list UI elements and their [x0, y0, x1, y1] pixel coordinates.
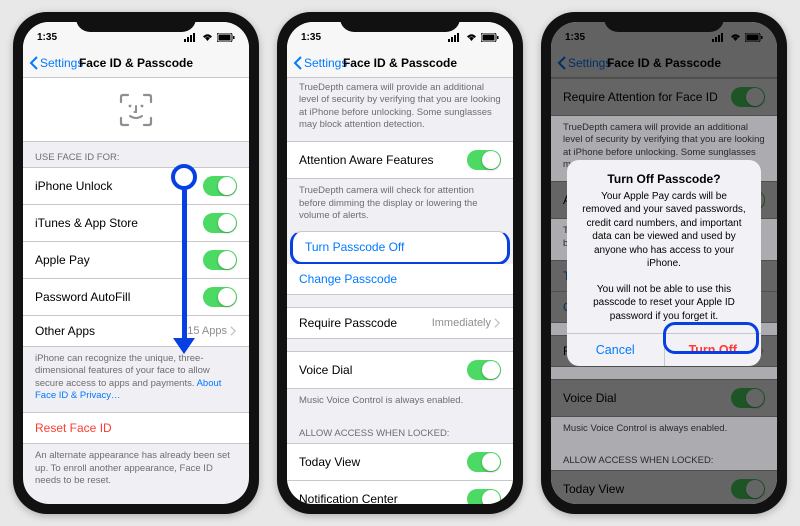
- battery-icon: [481, 33, 499, 42]
- chevron-right-icon: [229, 326, 237, 336]
- toggle-on[interactable]: [467, 452, 501, 472]
- signal-icon: [448, 33, 462, 42]
- phone-frame-3: 1:35 Settings Face ID & Passcode Require…: [541, 12, 787, 514]
- section-attention: ATTENTION: [23, 497, 249, 504]
- section-allow-access: ALLOW ACCESS WHEN LOCKED:: [287, 418, 513, 443]
- status-indicators: [448, 33, 499, 42]
- toggle-on[interactable]: [467, 489, 501, 504]
- toggle-on[interactable]: [203, 250, 237, 270]
- wifi-icon: [201, 33, 214, 42]
- wifi-icon: [465, 33, 478, 42]
- section-use-faceid: USE FACE ID FOR:: [23, 142, 249, 167]
- row-reset-faceid[interactable]: Reset Face ID: [23, 412, 249, 444]
- row-attention-aware[interactable]: Attention Aware Features: [287, 141, 513, 179]
- row-iphone-unlock[interactable]: iPhone Unlock: [23, 167, 249, 205]
- signal-icon: [184, 33, 198, 42]
- row-password-autofill[interactable]: Password AutoFill: [23, 279, 249, 316]
- alert-message-2: You will not be able to use this passcod…: [567, 281, 761, 334]
- notch: [76, 12, 196, 32]
- phone-frame-1: 1:35 Settings Face ID & Passcode: [13, 12, 259, 514]
- top-note: TrueDepth camera will provide an additio…: [287, 78, 513, 141]
- row-apple-pay[interactable]: Apple Pay: [23, 242, 249, 279]
- alert-cancel-button[interactable]: Cancel: [567, 334, 664, 366]
- status-indicators: [184, 33, 235, 42]
- nav-bar: Settings Face ID & Passcode: [287, 48, 513, 78]
- toggle-on[interactable]: [203, 176, 237, 196]
- face-id-hero: [23, 78, 249, 142]
- toggle-on[interactable]: [203, 213, 237, 233]
- screen-3: 1:35 Settings Face ID & Passcode Require…: [551, 22, 777, 504]
- face-id-icon: [118, 92, 154, 128]
- alert-overlay: Turn Off Passcode? Your Apple Pay cards …: [551, 22, 777, 504]
- status-time: 1:35: [37, 32, 57, 43]
- alert-turnoff-button[interactable]: Turn Off: [664, 334, 762, 366]
- row-notification-center[interactable]: Notification Center: [287, 481, 513, 504]
- notch: [604, 12, 724, 32]
- alert-message-1: Your Apple Pay cards will be removed and…: [567, 188, 761, 281]
- alert-title: Turn Off Passcode?: [567, 160, 761, 188]
- back-button[interactable]: Settings: [29, 56, 83, 70]
- back-label: Settings: [304, 56, 347, 70]
- reset-note: An alternate appearance has already been…: [23, 444, 249, 497]
- nav-bar: Settings Face ID & Passcode: [23, 48, 249, 78]
- chevron-left-icon: [293, 56, 303, 70]
- toggle-on[interactable]: [203, 287, 237, 307]
- alert-dialog: Turn Off Passcode? Your Apple Pay cards …: [567, 160, 761, 367]
- notch: [340, 12, 460, 32]
- toggle-on[interactable]: [467, 360, 501, 380]
- back-label: Settings: [40, 56, 83, 70]
- row-itunes[interactable]: iTunes & App Store: [23, 205, 249, 242]
- phone-frame-2: 1:35 Settings Face ID & Passcode TrueDep…: [277, 12, 523, 514]
- voice-note: Music Voice Control is always enabled.: [287, 389, 513, 417]
- row-require-passcode[interactable]: Require PasscodeImmediately: [287, 307, 513, 339]
- faceid-note: iPhone can recognize the unique, three-d…: [23, 347, 249, 412]
- row-today-view[interactable]: Today View: [287, 443, 513, 481]
- screen-1: 1:35 Settings Face ID & Passcode: [23, 22, 249, 504]
- chevron-left-icon: [29, 56, 39, 70]
- chevron-right-icon: [493, 318, 501, 328]
- toggle-on[interactable]: [467, 150, 501, 170]
- row-other-apps[interactable]: Other Apps15 Apps: [23, 316, 249, 347]
- attn-aware-note: TrueDepth camera will check for attentio…: [287, 179, 513, 232]
- back-button[interactable]: Settings: [293, 56, 347, 70]
- row-turn-passcode-off[interactable]: Turn Passcode Off: [290, 231, 510, 265]
- battery-icon: [217, 33, 235, 42]
- status-time: 1:35: [301, 32, 321, 43]
- row-change-passcode[interactable]: Change Passcode: [287, 264, 513, 295]
- row-voice-dial[interactable]: Voice Dial: [287, 351, 513, 389]
- screen-2: 1:35 Settings Face ID & Passcode TrueDep…: [287, 22, 513, 504]
